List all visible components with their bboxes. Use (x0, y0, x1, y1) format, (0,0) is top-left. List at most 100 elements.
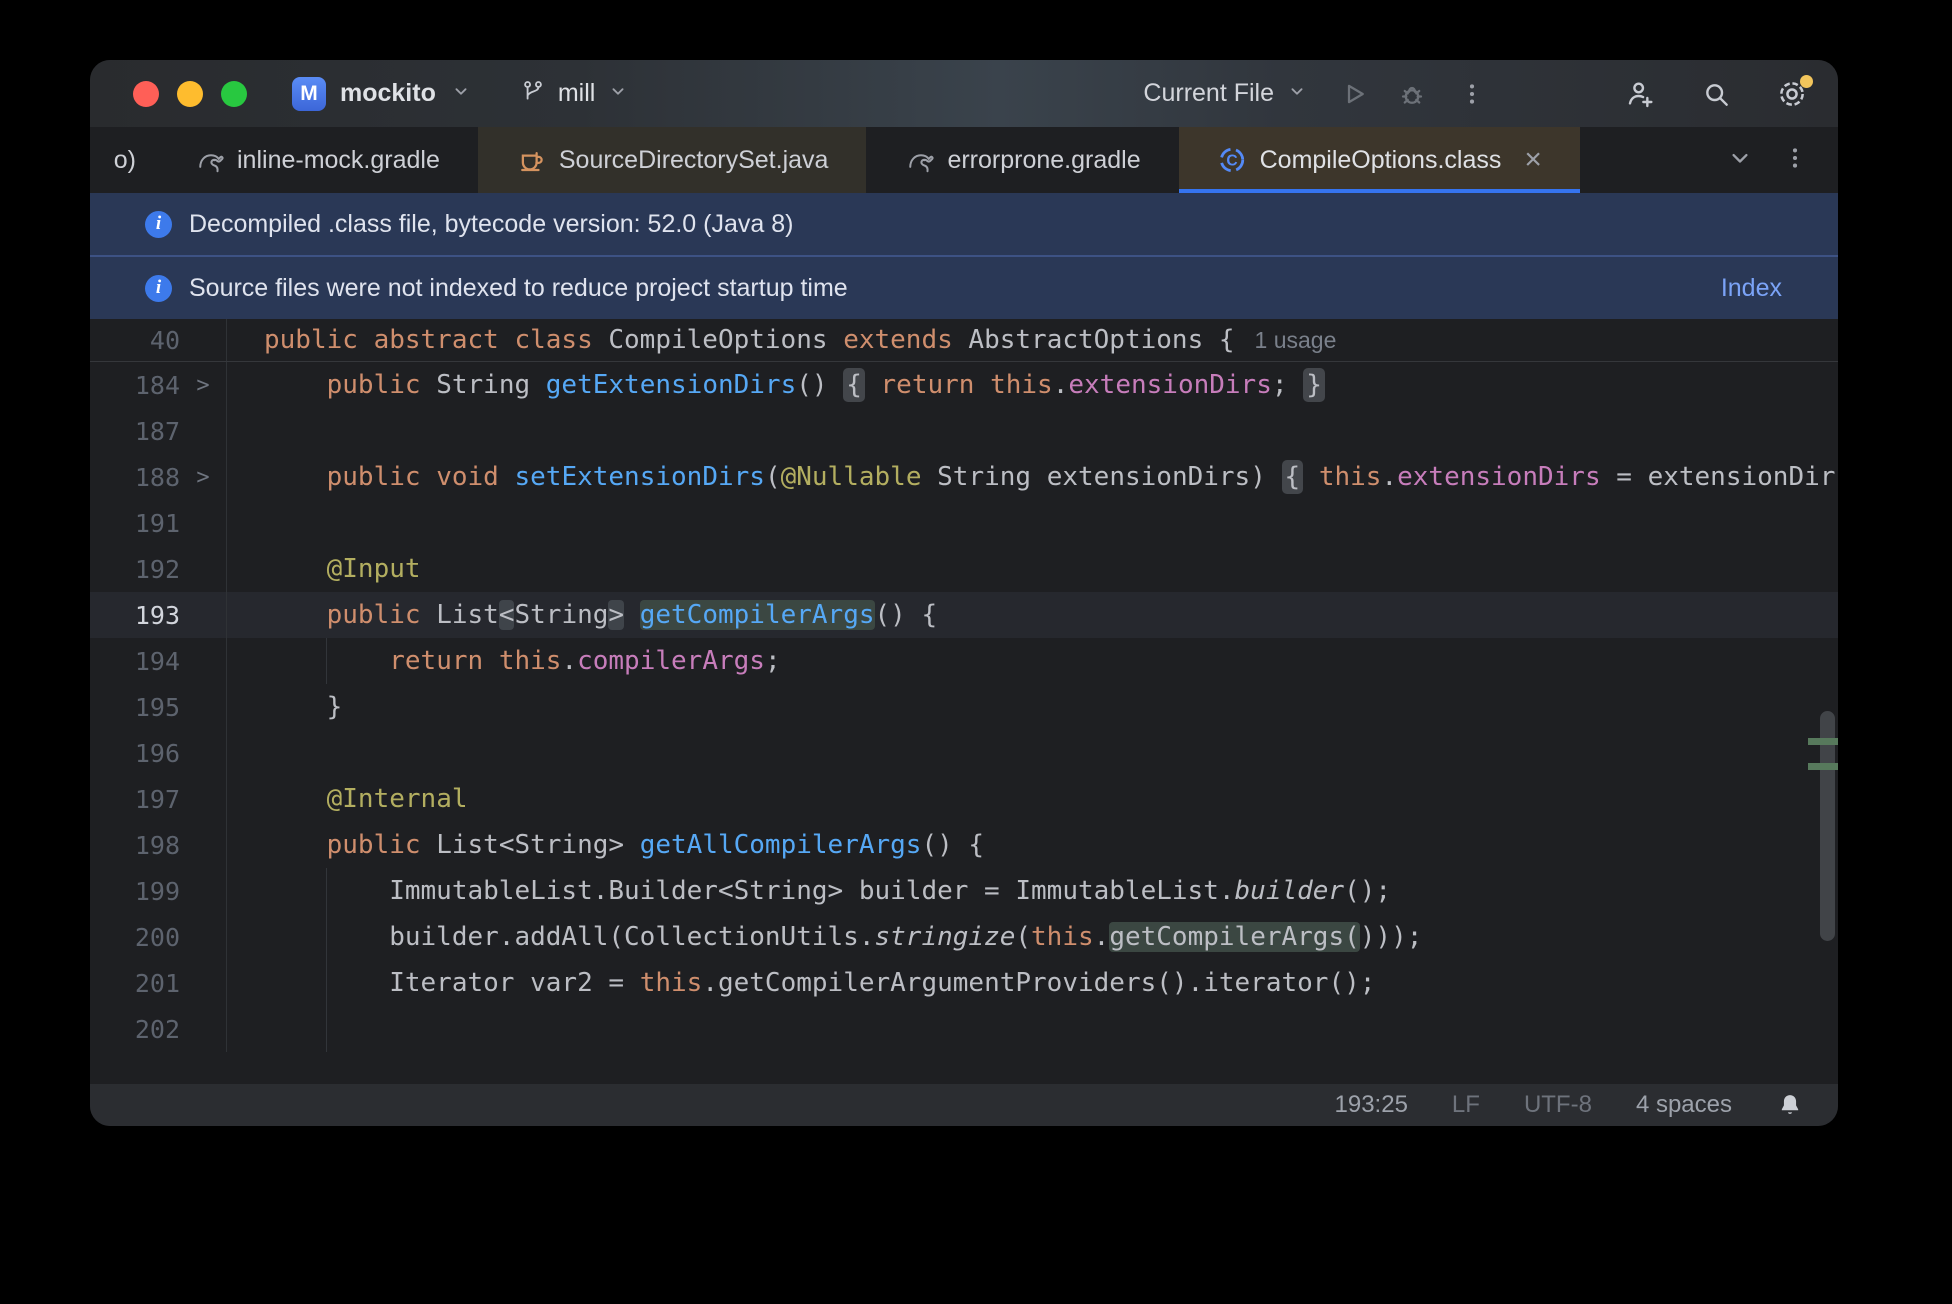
editor-scrollbar-thumb[interactable] (1820, 711, 1835, 941)
class-file-icon: C (1217, 145, 1247, 175)
code-text[interactable]: ImmutableList.Builder<String> builder = … (226, 868, 1391, 914)
code-line-193[interactable]: 193 public List < String > getCompilerArgs(… (90, 592, 1838, 638)
code-text[interactable]: } (226, 684, 342, 730)
code-token: . (1093, 922, 1110, 952)
code-text[interactable]: Iterator var2 = this .getCompilerArgument… (226, 960, 1375, 1006)
indent-guide (326, 638, 327, 684)
code-line-198[interactable]: 198 public List<String> getAllCompilerAr… (90, 822, 1838, 868)
more-actions-icon[interactable] (1452, 74, 1492, 114)
code-token: List<String> (436, 830, 640, 860)
settings-notification-dot (1800, 74, 1813, 88)
code-line-202[interactable]: 202 (90, 1006, 1838, 1052)
code-token: ( (1015, 922, 1032, 952)
code-line-196[interactable]: 196 (90, 730, 1838, 776)
code-line-194[interactable]: 194 return this. compilerArgs; (90, 638, 1838, 684)
search-everywhere-icon[interactable] (1696, 74, 1736, 114)
debug-icon[interactable] (1392, 74, 1432, 114)
code-token: . (561, 646, 578, 676)
code-token: CompileOptions (608, 325, 844, 355)
code-text[interactable]: builder.addAll(CollectionUtils. stringize… (226, 914, 1422, 960)
code-token: return (880, 370, 991, 400)
code-text[interactable]: @Input (226, 546, 421, 592)
code-text[interactable]: public List<String> getAllCompilerArgs()… (226, 822, 984, 868)
code-token: this (1031, 922, 1094, 952)
code-token: < (498, 600, 515, 630)
run-icon[interactable] (1334, 74, 1374, 114)
settings-gear-icon[interactable] (1772, 74, 1813, 114)
tab-inline-mock-gradle[interactable]: inline-mock.gradle (156, 127, 478, 193)
tab-options-kebab-icon[interactable] (1782, 145, 1808, 176)
code-token: return (389, 646, 499, 676)
code-text[interactable] (226, 408, 264, 454)
fold-arrow-icon[interactable]: > (180, 373, 226, 398)
code-line-197[interactable]: 197 @Internal (90, 776, 1838, 822)
code-text[interactable]: public void setExtensionDirs(@Nullable S… (226, 454, 1838, 500)
tab-compileoptions-class[interactable]: C CompileOptions.class × (1178, 127, 1581, 193)
caret-position-widget[interactable]: 193:25 (1335, 1091, 1408, 1119)
maximize-window-button[interactable] (221, 80, 247, 107)
editor[interactable]: 184 > public String getExtensionDirs() { … (90, 362, 1838, 1084)
code-line-184[interactable]: 184 > public String getExtensionDirs() { … (90, 362, 1838, 408)
branch-name: mill (557, 79, 596, 107)
git-branch-icon (520, 78, 546, 109)
code-token: public (326, 600, 437, 630)
code-token: ( (764, 462, 781, 492)
tab-o[interactable]: o) (90, 127, 156, 193)
code-text[interactable]: public String getExtensionDirs() { retur… (226, 362, 1325, 408)
java-file-icon (516, 145, 546, 175)
notifications-bell-icon[interactable] (1776, 1091, 1804, 1119)
code-text[interactable] (226, 730, 264, 776)
code-text[interactable] (226, 1006, 264, 1052)
code-line-192[interactable]: 192 @Input (90, 546, 1838, 592)
analyzer-mark[interactable] (1808, 763, 1838, 770)
code-token: = extensionDirs (1600, 462, 1838, 492)
close-icon[interactable]: × (1524, 145, 1542, 175)
code-line-200[interactable]: 200 builder.addAll(CollectionUtils. strin… (90, 914, 1838, 960)
code-line-191[interactable]: 191 (90, 500, 1838, 546)
usage-count-hint[interactable]: 1 usage (1255, 327, 1337, 354)
run-configuration-selector[interactable]: Current File (1143, 79, 1308, 108)
status-bar: 193:25 LF UTF-8 4 spaces (90, 1084, 1838, 1126)
line-separator-widget[interactable]: LF (1452, 1091, 1480, 1119)
line-number: 199 (134, 876, 180, 906)
code-token: } (1303, 368, 1325, 402)
code-text[interactable]: public List < String > getCompilerArgs() { (226, 592, 937, 638)
code-token: . (1052, 370, 1069, 400)
index-link[interactable]: Index (1721, 274, 1782, 303)
vcs-branch-widget[interactable]: mill (520, 78, 630, 109)
indent-widget[interactable]: 4 spaces (1636, 1091, 1732, 1119)
analyzer-mark[interactable] (1808, 738, 1838, 745)
project-widget[interactable]: M mockito (292, 76, 472, 111)
code-token: stringize (874, 922, 1016, 952)
tab-sourcedirectoryset-java[interactable]: SourceDirectorySet.java (477, 127, 867, 193)
tab-errorprone-gradle[interactable]: errorprone.gradle (866, 127, 1178, 193)
encoding-widget[interactable]: UTF-8 (1524, 1091, 1592, 1119)
project-name: mockito (340, 79, 436, 107)
code-line-201[interactable]: 201 Iterator var2 = this .getCompilerArgu… (90, 960, 1838, 1006)
chevron-down-icon (1286, 80, 1308, 107)
fold-arrow-icon[interactable]: > (180, 465, 226, 490)
code-token: public (326, 462, 437, 492)
hidden-tabs-chevron-icon[interactable] (1726, 144, 1754, 177)
run-configuration-name: Current File (1143, 79, 1274, 107)
code-text[interactable] (226, 500, 264, 546)
sticky-header-line[interactable]: 40 public abstract class CompileOptions … (90, 319, 1838, 362)
code-with-me-icon[interactable] (1620, 74, 1660, 114)
code-token: getCompilerArgs( (1109, 922, 1360, 952)
sticky-line-number: 40 (149, 325, 180, 355)
code-text[interactable]: return this. compilerArgs; (226, 638, 781, 684)
close-window-button[interactable] (133, 80, 159, 107)
code-line-199[interactable]: 199 ImmutableList.Builder<String> builde… (90, 868, 1838, 914)
code-line-187[interactable]: 187 (90, 408, 1838, 454)
minimize-window-button[interactable] (177, 80, 203, 107)
code-token: Iterator var2 = (264, 968, 640, 998)
code-line-195[interactable]: 195 } (90, 684, 1838, 730)
code-line-188[interactable]: 188 > public void setExtensionDirs(@Nulla… (90, 454, 1838, 500)
line-number: 201 (134, 968, 180, 998)
code-token: ; (1271, 370, 1304, 400)
desktop: M mockito mill Current File o) inline-mo… (0, 0, 1952, 1304)
code-text[interactable]: @Internal (226, 776, 468, 822)
